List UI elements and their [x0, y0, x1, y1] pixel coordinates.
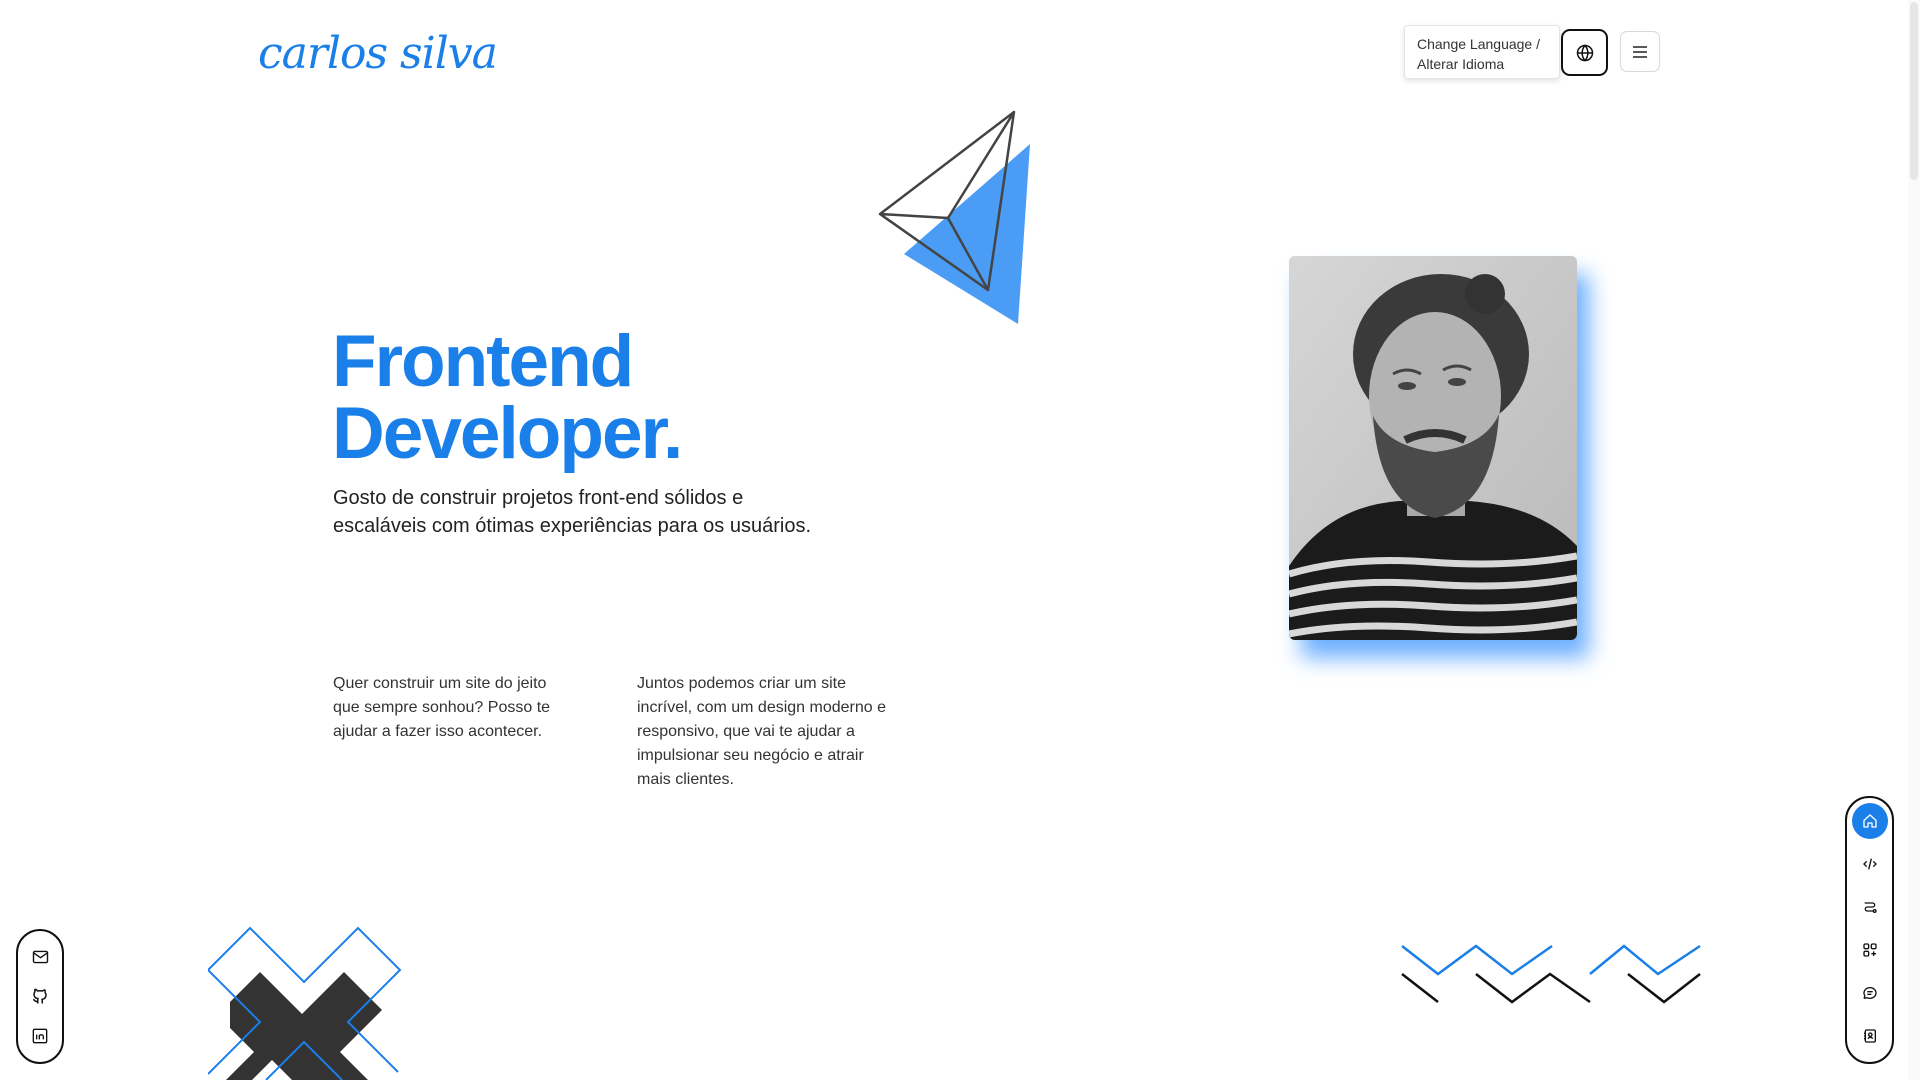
code-icon — [1862, 858, 1877, 870]
portrait-image — [1289, 256, 1577, 640]
globe-icon — [1576, 43, 1593, 62]
chat-icon — [1862, 987, 1877, 999]
nav-testimonials[interactable] — [1852, 975, 1888, 1011]
intro-column-2: Juntos podemos criar um site incrível, c… — [637, 675, 886, 788]
hero-subtitle: Gosto de construir projetos front-end só… — [333, 487, 811, 537]
contact-icon — [1863, 1029, 1876, 1043]
hero-title: Frontend Developer. — [332, 321, 683, 474]
intro-column-1: Quer construir um site do jeito que semp… — [333, 675, 551, 740]
linkedin-icon — [32, 1028, 48, 1044]
nav-projects[interactable] — [1852, 932, 1888, 968]
profile-photo — [1289, 256, 1577, 640]
language-tooltip: Change Language / Alterar Idioma — [1404, 25, 1560, 79]
language-tooltip-line2: Alterar Idioma — [1417, 56, 1505, 72]
route-icon — [1864, 902, 1877, 913]
linkedin-link[interactable] — [25, 1021, 55, 1051]
change-language-button[interactable] — [1561, 29, 1608, 76]
language-tooltip-line1: Change Language / — [1417, 36, 1540, 52]
triangle-decoration-icon — [878, 110, 1030, 324]
github-link[interactable] — [25, 981, 55, 1011]
x-decoration-icon — [208, 926, 402, 1080]
zigzag-decoration-icon — [1401, 944, 1701, 1004]
mail-icon — [32, 950, 48, 964]
email-link[interactable] — [25, 942, 55, 972]
page: carlos silva Change Language / Alterar I… — [0, 0, 1920, 1080]
section-nav-bar — [1845, 796, 1894, 1064]
logo[interactable]: carlos silva — [258, 28, 498, 79]
hero-title-line1: Frontend — [332, 321, 634, 402]
nav-experience[interactable] — [1852, 889, 1888, 925]
github-icon — [32, 989, 47, 1004]
nav-skills[interactable] — [1852, 846, 1888, 882]
home-icon — [1862, 814, 1877, 828]
apps-icon — [1862, 943, 1877, 957]
hero-title-line2: Developer. — [332, 393, 683, 474]
menu-icon — [1633, 45, 1647, 58]
social-links-bar — [16, 929, 64, 1064]
menu-button[interactable] — [1620, 31, 1660, 72]
scrollbar-thumb[interactable] — [1910, 2, 1918, 180]
nav-contact[interactable] — [1852, 1018, 1888, 1054]
nav-home[interactable] — [1851, 803, 1888, 839]
